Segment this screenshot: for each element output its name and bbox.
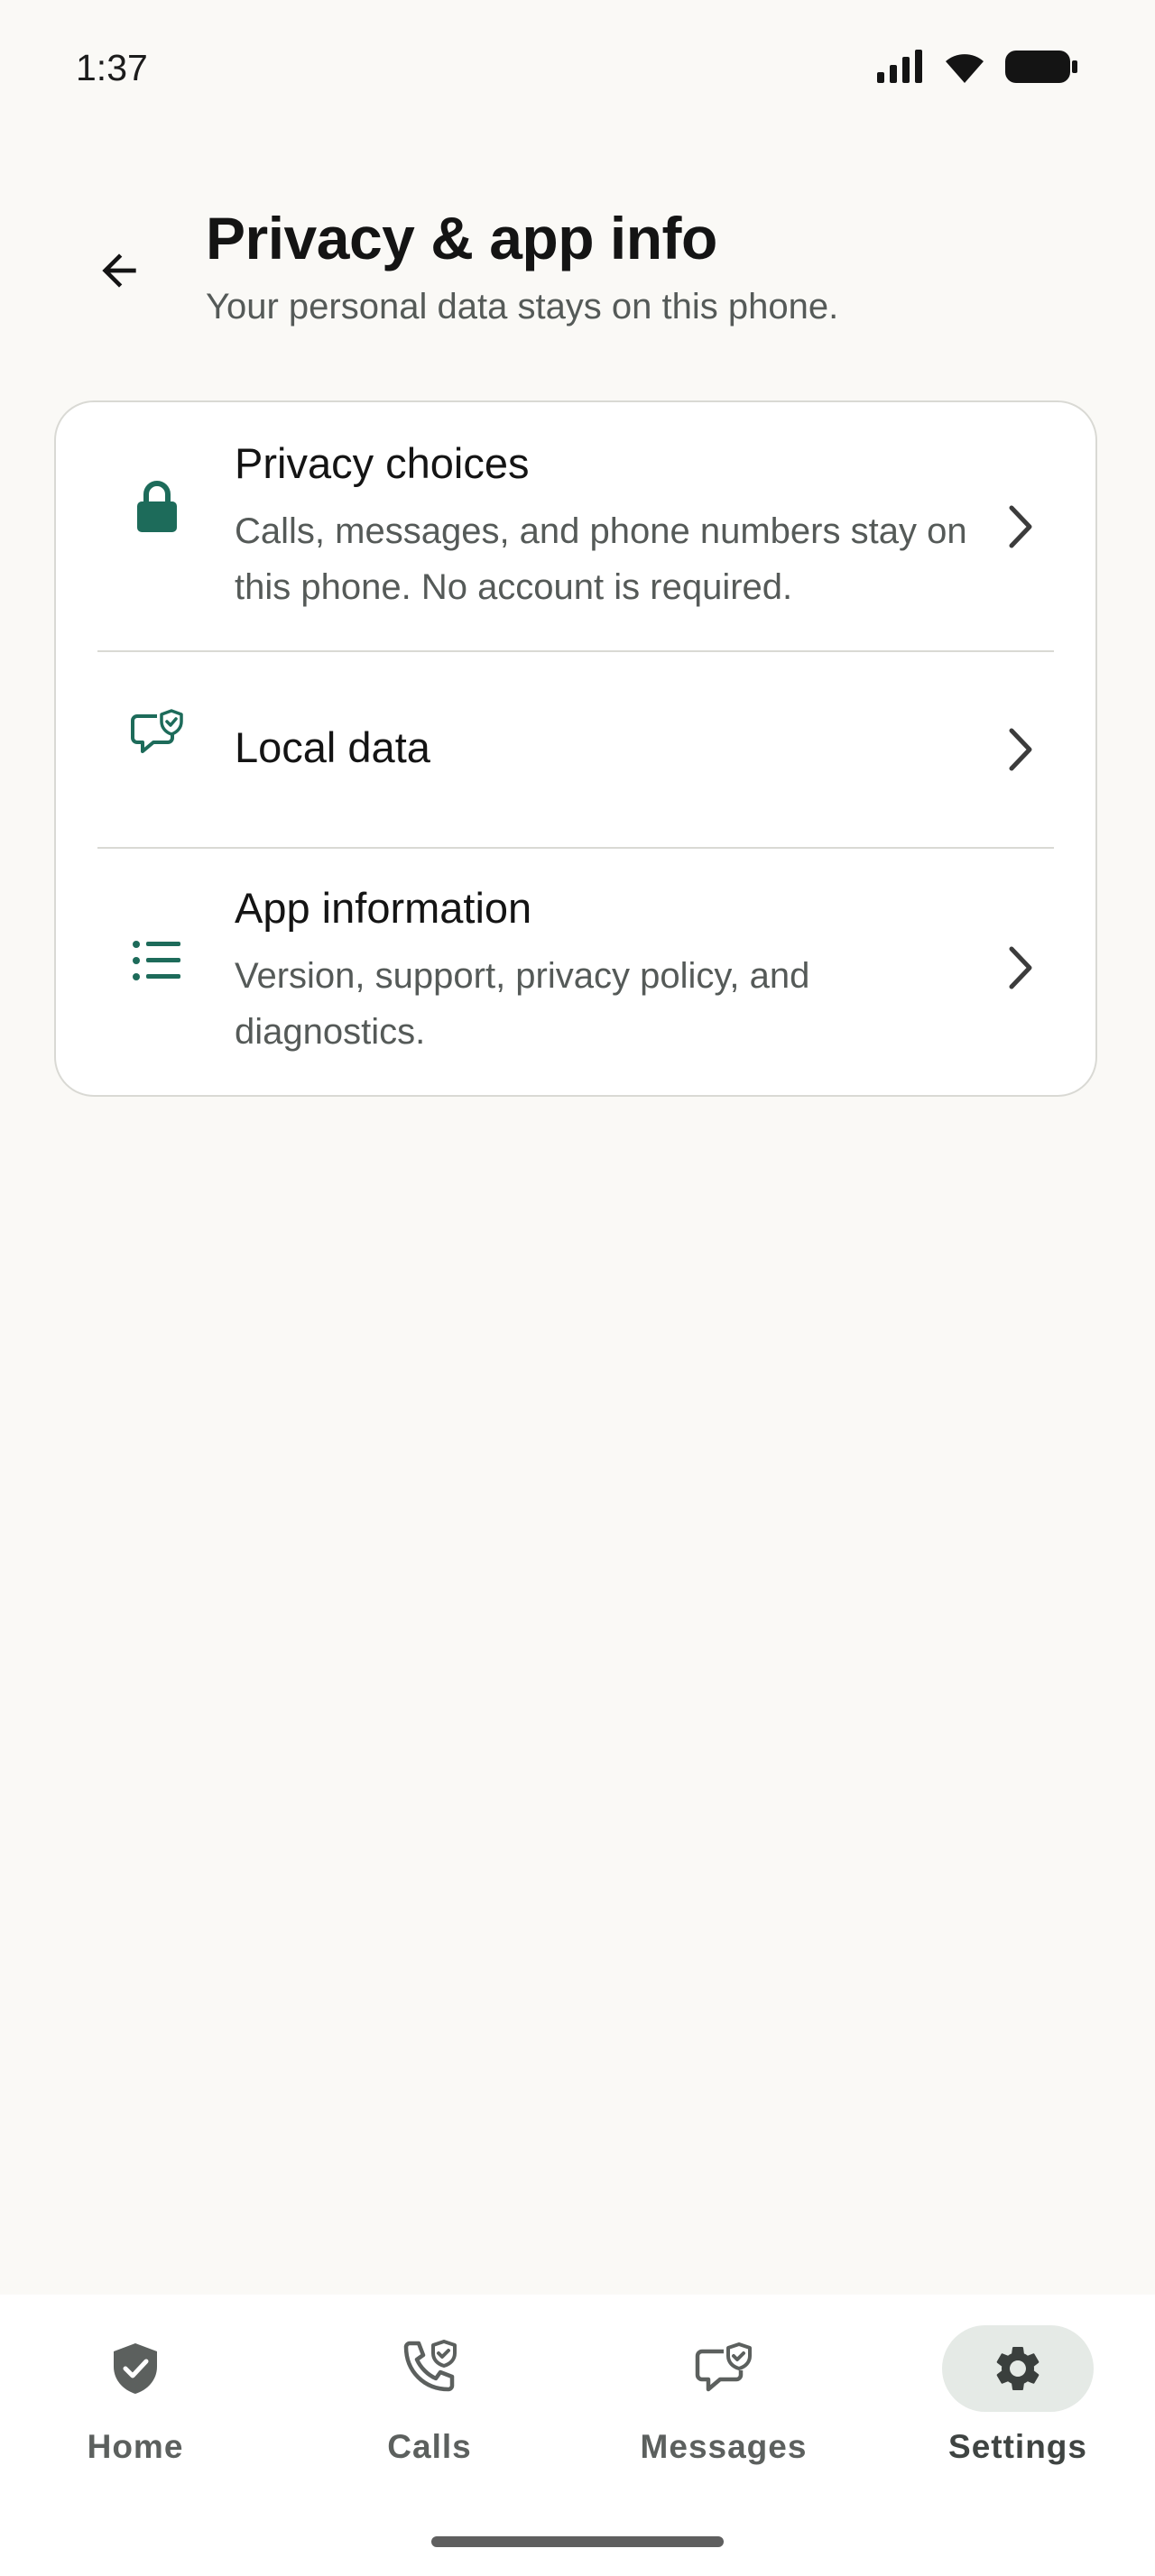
- nav-item-settings[interactable]: Settings: [910, 2325, 1126, 2506]
- nav-icon-settings: [942, 2325, 1094, 2412]
- chat-shield-icon: [695, 2342, 752, 2392]
- row-local-data[interactable]: Local data: [56, 652, 1095, 847]
- nav-icon-messages: [648, 2325, 799, 2412]
- nav-item-messages[interactable]: Messages: [615, 2325, 832, 2506]
- nav-label: Home: [87, 2428, 184, 2465]
- row-title: Local data: [235, 723, 430, 771]
- row-app-information[interactable]: App information Version, support, privac…: [56, 849, 1095, 1095]
- chevron-right-icon: [998, 722, 1043, 777]
- nav-icon-home: [60, 2325, 211, 2412]
- list-icon: [128, 932, 186, 989]
- row-privacy-choices[interactable]: Privacy choices Calls, messages, and pho…: [56, 402, 1095, 651]
- chevron-right-icon: [998, 500, 1043, 554]
- row-title: App information: [235, 884, 532, 932]
- phone-shield-icon: [403, 2340, 457, 2392]
- shield-check-icon: [114, 2343, 157, 2394]
- page-title: Privacy & app info: [206, 205, 717, 271]
- gear-icon: [996, 2347, 1040, 2390]
- arrow-back-icon: [102, 253, 136, 288]
- bottom-nav: Home Calls Messages Settings: [0, 2295, 1155, 2576]
- nav-item-calls[interactable]: Calls: [321, 2325, 538, 2506]
- home-indicator[interactable]: [431, 2536, 724, 2547]
- lock-icon: [128, 478, 186, 536]
- row-description: Version, support, privacy policy, and di…: [235, 956, 810, 1052]
- nav-label: Messages: [640, 2428, 808, 2465]
- battery-icon: [1005, 51, 1077, 83]
- status-bar: 1:37: [0, 0, 1155, 135]
- signal-icon: [877, 50, 922, 83]
- row-description: Calls, messages, and phone numbers stay …: [235, 511, 967, 607]
- nav-icon-calls: [354, 2325, 505, 2412]
- nav-label: Calls: [387, 2428, 472, 2465]
- status-time: 1:37: [76, 47, 148, 88]
- nav-item-home[interactable]: Home: [27, 2325, 244, 2506]
- row-title: Privacy choices: [235, 439, 530, 487]
- wifi-icon: [946, 54, 984, 83]
- back-button[interactable]: [83, 235, 155, 307]
- chat-shield-icon: [128, 704, 186, 762]
- page-subtitle: Your personal data stays on this phone.: [206, 287, 839, 327]
- chevron-right-icon: [998, 941, 1043, 995]
- status-icons: [875, 49, 1079, 85]
- nav-label: Settings: [948, 2428, 1087, 2465]
- settings-card: Privacy choices Calls, messages, and pho…: [54, 400, 1097, 1097]
